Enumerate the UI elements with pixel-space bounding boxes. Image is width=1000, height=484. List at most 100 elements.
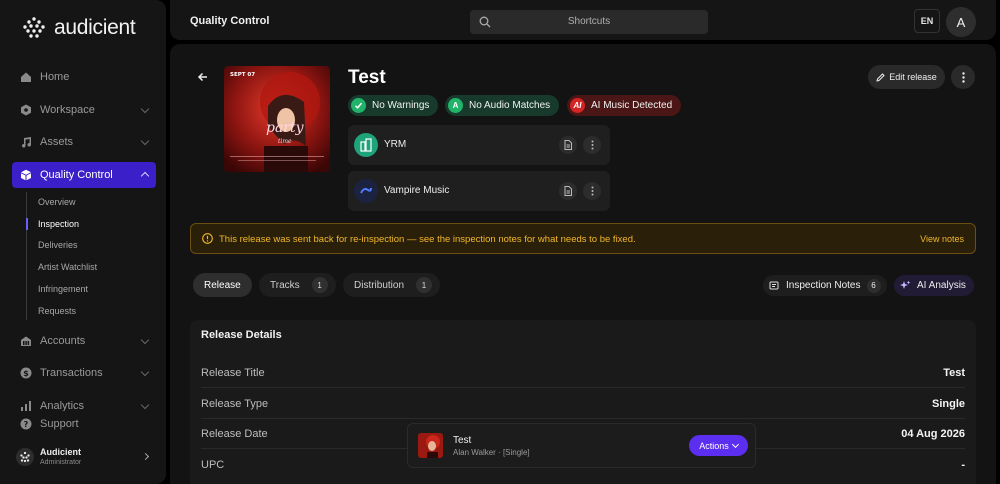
distributor-card[interactable]: Vampire Music bbox=[348, 171, 610, 211]
brand-logo[interactable]: audicient bbox=[22, 14, 136, 42]
inspection-notes-button[interactable]: Inspection Notes 6 bbox=[763, 275, 887, 296]
detail-key: Release Type bbox=[201, 398, 269, 410]
search-label: Shortcuts bbox=[567, 16, 611, 27]
badge-label: AI Music Detected bbox=[591, 100, 673, 111]
actions-label: Actions bbox=[699, 440, 729, 451]
user-text: Audicient Administrator bbox=[40, 447, 82, 467]
detail-value: - bbox=[961, 459, 965, 471]
view-notes-link[interactable]: View notes bbox=[920, 234, 964, 244]
release-more-button[interactable] bbox=[951, 65, 975, 89]
check-icon bbox=[351, 98, 366, 113]
chevron-up-icon bbox=[140, 171, 150, 181]
subnav-infringement[interactable]: Infringement bbox=[38, 284, 88, 294]
document-icon[interactable] bbox=[559, 182, 577, 200]
home-icon bbox=[20, 71, 32, 83]
sidebar-item-label: Home bbox=[40, 71, 70, 83]
more-vertical-icon[interactable] bbox=[583, 136, 601, 154]
tab-count: 1 bbox=[416, 277, 433, 293]
inspection-notes-count: 6 bbox=[866, 278, 881, 293]
detail-row: Release Type Single bbox=[201, 389, 965, 419]
building-icon bbox=[20, 335, 32, 347]
user-name: Audicient bbox=[40, 447, 82, 457]
cover-script-text: party bbox=[266, 120, 305, 136]
submenu-guide-line bbox=[26, 192, 27, 320]
chevron-down-icon bbox=[140, 104, 150, 114]
subnav-deliveries[interactable]: Deliveries bbox=[38, 240, 78, 250]
badge-label: No Warnings bbox=[372, 100, 430, 111]
music-note-icon bbox=[20, 136, 32, 148]
tab-tracks[interactable]: Tracks 1 bbox=[259, 273, 336, 297]
distributor-card[interactable]: YRM bbox=[348, 125, 610, 165]
detail-value: Single bbox=[931, 398, 965, 410]
vampire-music-icon bbox=[354, 179, 378, 203]
release-title: Test bbox=[348, 67, 386, 88]
tab-distribution[interactable]: Distribution 1 bbox=[343, 273, 441, 297]
detail-row: Release Title Test bbox=[201, 358, 965, 388]
sidebar-item-transactions[interactable]: $ Transactions bbox=[12, 360, 156, 386]
document-icon[interactable] bbox=[559, 136, 577, 154]
detail-key: Release Title bbox=[201, 367, 265, 379]
audio-match-icon: A bbox=[448, 98, 463, 113]
badge-ai-music-detected: AI AI Music Detected bbox=[567, 95, 682, 116]
badge-no-audio-matches: A No Audio Matches bbox=[445, 95, 560, 116]
track-title: Test bbox=[453, 435, 472, 446]
sidebar-item-accounts[interactable]: Accounts bbox=[12, 328, 156, 354]
more-vertical-icon[interactable] bbox=[583, 182, 601, 200]
tab-label: Distribution bbox=[354, 279, 405, 291]
more-vertical-icon bbox=[961, 71, 965, 83]
tab-label: Release bbox=[204, 279, 241, 291]
language-switcher[interactable]: EN bbox=[914, 9, 940, 33]
sidebar-item-workspace[interactable]: Workspace bbox=[12, 97, 156, 123]
tab-count: 1 bbox=[311, 277, 328, 293]
badge-label: No Audio Matches bbox=[469, 100, 551, 111]
main-content: party time SEPT 07 Test No Warnings A No… bbox=[170, 44, 996, 484]
alert-text: This release was sent back for re-inspec… bbox=[219, 234, 636, 245]
chevron-down-icon bbox=[140, 335, 150, 345]
shortcuts-search[interactable]: Shortcuts bbox=[470, 10, 708, 34]
user-profile-menu[interactable]: Audicient Administrator bbox=[16, 446, 156, 468]
sidebar-item-assets[interactable]: Assets bbox=[12, 129, 156, 155]
actions-dropdown-button[interactable]: Actions bbox=[689, 435, 748, 456]
ai-analysis-button[interactable]: AI Analysis bbox=[894, 275, 974, 296]
sidebar-item-label: Support bbox=[40, 418, 79, 430]
tab-label: Tracks bbox=[270, 279, 300, 291]
sidebar-item-support[interactable]: ? Support bbox=[12, 411, 156, 437]
subnav-inspection[interactable]: Inspection bbox=[38, 219, 79, 229]
hexagon-icon bbox=[20, 104, 32, 116]
brand-name: audicient bbox=[54, 16, 136, 39]
detail-value: Test bbox=[943, 367, 965, 379]
subnav-artist-watchlist[interactable]: Artist Watchlist bbox=[38, 262, 97, 272]
track-player-bar[interactable]: Test Alan Walker · [Single] Actions bbox=[407, 423, 756, 468]
yrm-building-icon bbox=[354, 133, 378, 157]
distributor-name: Vampire Music bbox=[384, 185, 450, 196]
sidebar-item-home[interactable]: Home bbox=[12, 64, 156, 90]
account-avatar[interactable]: A bbox=[946, 7, 976, 37]
chevron-right-icon bbox=[141, 452, 150, 461]
dollar-icon: $ bbox=[20, 367, 32, 379]
edit-release-label: Edit release bbox=[889, 72, 937, 82]
sidebar-item-label: Accounts bbox=[40, 335, 86, 347]
edit-release-button[interactable]: Edit release bbox=[868, 65, 945, 89]
help-icon: ? bbox=[20, 418, 32, 430]
sidebar-item-quality-control[interactable]: Quality Control bbox=[12, 162, 156, 188]
audicient-logo-icon bbox=[23, 17, 45, 38]
cube-icon bbox=[20, 169, 32, 181]
subnav-requests[interactable]: Requests bbox=[38, 306, 76, 316]
ai-analysis-label: AI Analysis bbox=[917, 280, 966, 291]
top-bar: Quality Control Shortcuts EN A bbox=[170, 0, 996, 40]
submenu-active-marker bbox=[26, 218, 28, 230]
warning-icon bbox=[202, 233, 213, 244]
badge-no-warnings: No Warnings bbox=[348, 95, 439, 116]
chevron-down-icon bbox=[140, 367, 150, 377]
tab-release[interactable]: Release bbox=[193, 273, 252, 297]
subnav-overview[interactable]: Overview bbox=[38, 197, 76, 207]
sidebar-item-label: Workspace bbox=[40, 104, 95, 116]
cover-sub-text: time bbox=[278, 138, 292, 145]
detail-value: 04 Aug 2026 bbox=[901, 428, 965, 440]
release-cover-art: party time SEPT 07 bbox=[224, 66, 330, 172]
cover-date-text: SEPT 07 bbox=[230, 72, 255, 78]
audicient-logo-icon bbox=[20, 451, 30, 463]
inspection-notes-label: Inspection Notes bbox=[786, 280, 861, 291]
svg-text:$: $ bbox=[23, 369, 29, 378]
back-arrow-icon[interactable] bbox=[196, 70, 210, 84]
